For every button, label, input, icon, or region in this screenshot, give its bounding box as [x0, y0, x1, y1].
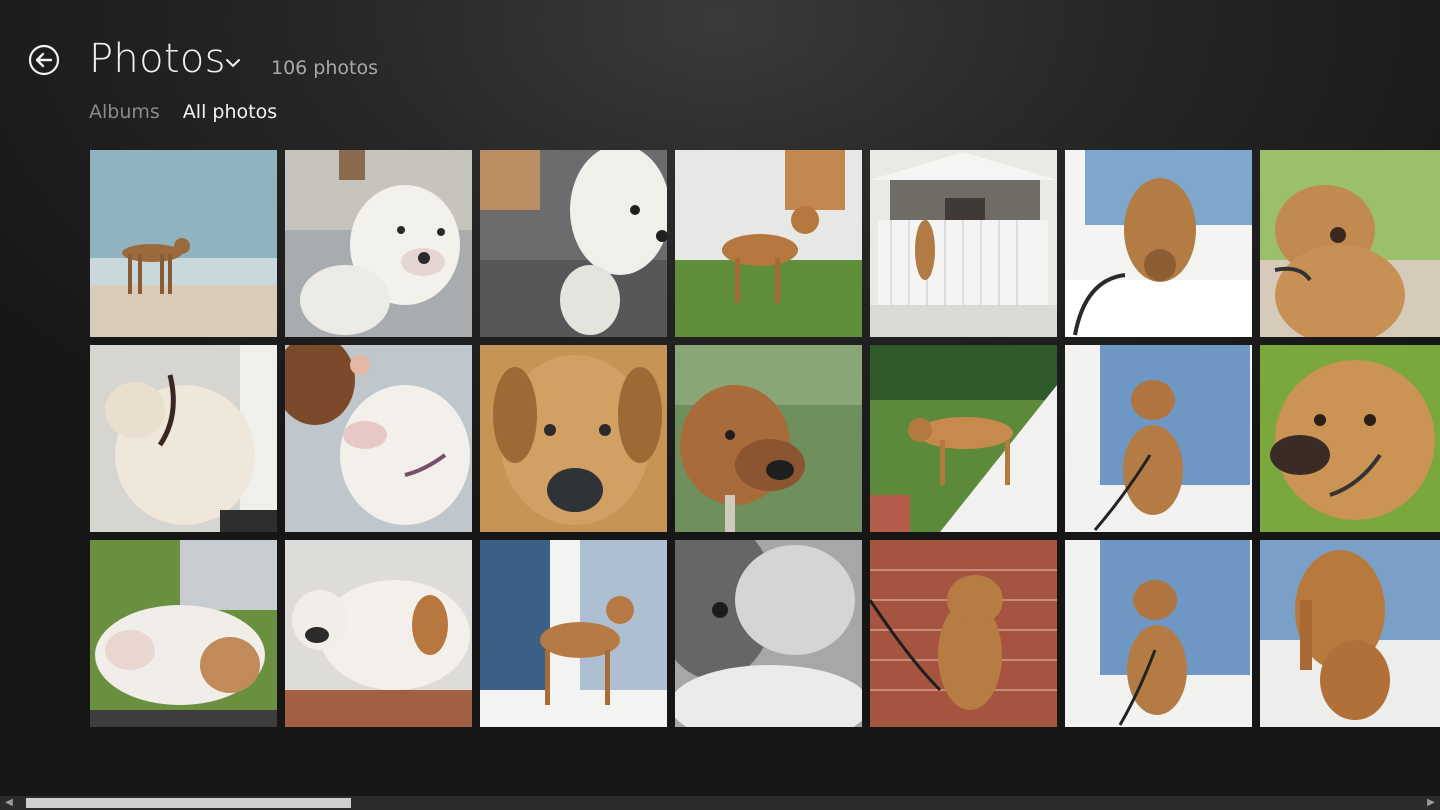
photo-thumbnail — [90, 345, 277, 532]
photo-tile[interactable] — [870, 150, 1057, 337]
arrow-right-icon[interactable]: ▶ — [1424, 796, 1438, 810]
photo-tile[interactable] — [90, 345, 277, 532]
photo-thumbnail — [285, 150, 472, 337]
photo-tile[interactable] — [675, 150, 862, 337]
photo-thumbnail — [480, 150, 667, 337]
photo-thumbnail — [675, 150, 862, 337]
photo-thumbnail — [1065, 540, 1252, 727]
tab-albums[interactable]: Albums — [89, 101, 160, 123]
scrollbar-thumb[interactable] — [26, 798, 351, 808]
chevron-down-icon — [226, 59, 240, 68]
back-button[interactable] — [28, 44, 60, 76]
photo-thumbnail — [1065, 345, 1252, 532]
arrow-left-icon[interactable]: ◀ — [2, 796, 16, 810]
photo-thumbnail — [1260, 150, 1440, 337]
photo-thumbnail — [285, 345, 472, 532]
photo-tile[interactable] — [285, 150, 472, 337]
photo-thumbnail — [870, 540, 1057, 727]
photo-tile[interactable] — [1065, 345, 1252, 532]
photo-tile[interactable] — [870, 345, 1057, 532]
photo-tile[interactable] — [1260, 150, 1440, 337]
horizontal-scrollbar[interactable]: ◀ ▶ — [0, 796, 1440, 810]
photo-thumbnail — [870, 150, 1057, 337]
photo-thumbnail — [1065, 150, 1252, 337]
photo-grid — [90, 150, 1440, 727]
photo-thumbnail — [480, 540, 667, 727]
back-arrow-circle-icon — [28, 44, 60, 76]
title-dropdown-button[interactable] — [222, 52, 244, 74]
photo-thumbnail — [90, 540, 277, 727]
tab-all-photos[interactable]: All photos — [183, 101, 277, 123]
photo-tile[interactable] — [285, 540, 472, 727]
photo-thumbnail — [1260, 540, 1440, 727]
photo-thumbnail — [480, 345, 667, 532]
photo-count: 106 photos — [271, 57, 379, 79]
photo-tile[interactable] — [675, 345, 862, 532]
photo-tile[interactable] — [675, 540, 862, 727]
photo-tile[interactable] — [1065, 150, 1252, 337]
photo-tile[interactable] — [90, 150, 277, 337]
photo-thumbnail — [90, 150, 277, 337]
photo-tile[interactable] — [870, 540, 1057, 727]
view-tabs: Albums All photos — [89, 101, 277, 123]
photo-thumbnail — [870, 345, 1057, 532]
photo-tile[interactable] — [285, 345, 472, 532]
photo-thumbnail — [1260, 345, 1440, 532]
photo-thumbnail — [285, 540, 472, 727]
photo-tile[interactable] — [90, 540, 277, 727]
photo-tile[interactable] — [480, 540, 667, 727]
photo-tile[interactable] — [480, 150, 667, 337]
photos-app: Photos 106 photos Albums All photos ◀ ▶ — [0, 0, 1440, 810]
photo-tile[interactable] — [1065, 540, 1252, 727]
page-title[interactable]: Photos — [89, 36, 226, 82]
photo-tile[interactable] — [480, 345, 667, 532]
photo-thumbnail — [675, 345, 862, 532]
photo-thumbnail — [675, 540, 862, 727]
photo-tile[interactable] — [1260, 345, 1440, 532]
photo-tile[interactable] — [1260, 540, 1440, 727]
